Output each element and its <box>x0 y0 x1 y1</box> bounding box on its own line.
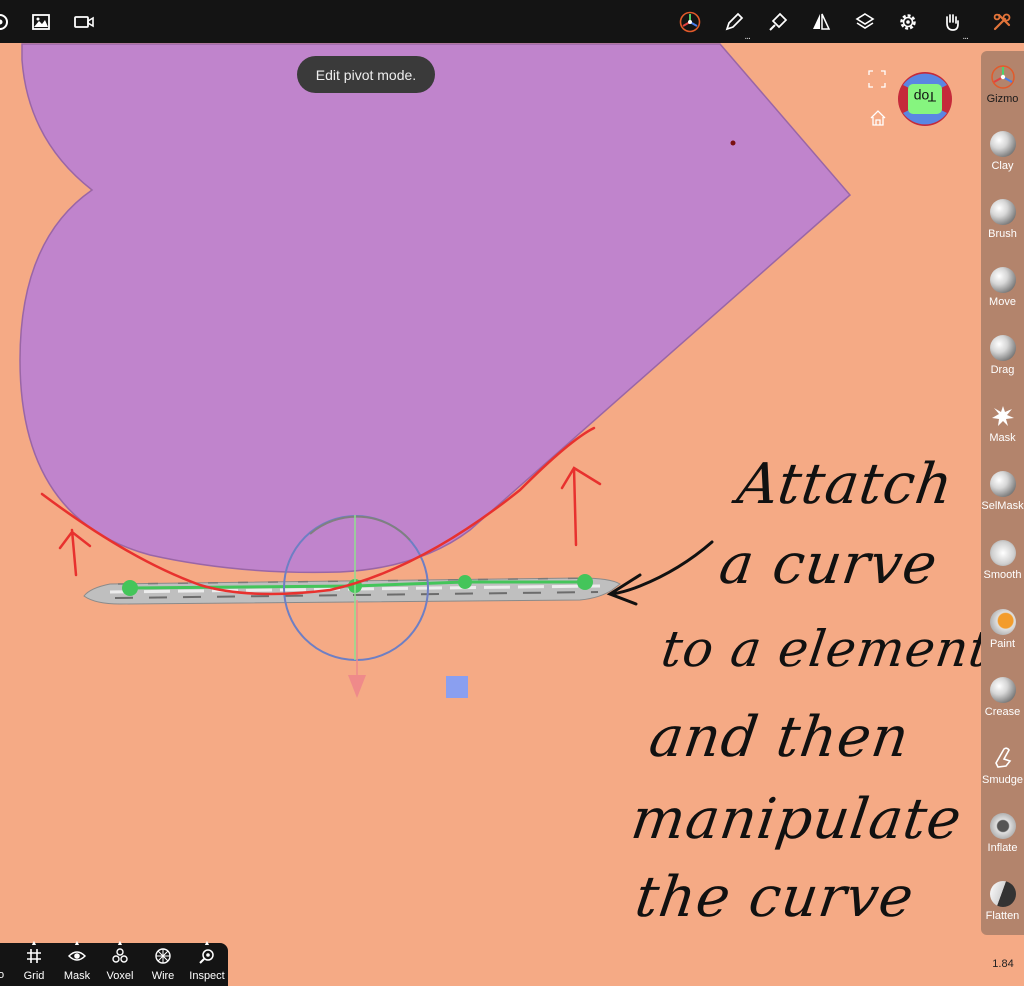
tool-gizmo[interactable]: Gizmo <box>981 64 1024 105</box>
annotation-line-3: to a element <box>657 620 995 678</box>
voxel-label: Voxel <box>106 970 134 982</box>
expand-caret-icon: ▲ <box>73 940 81 947</box>
grid-label: Grid <box>23 970 45 982</box>
inspect-button[interactable]: ▲ Inspect <box>185 940 229 986</box>
tool-label: Flatten <box>985 910 1020 922</box>
tool-label: Paint <box>989 638 1016 650</box>
pivot-dot <box>730 140 736 146</box>
curve-control-point <box>458 575 472 589</box>
tool-flatten[interactable]: Flatten <box>981 881 1024 922</box>
tool-crease[interactable]: Crease <box>981 677 1024 718</box>
tool-clay[interactable]: Clay <box>981 131 1024 172</box>
smooth-icon <box>989 540 1016 566</box>
tool-brush[interactable]: Brush <box>981 199 1024 240</box>
view-cube-label: Top <box>913 89 937 105</box>
gizmo-icon <box>990 65 1015 89</box>
black-ink-arrow <box>606 540 714 606</box>
eye-icon <box>67 951 87 961</box>
paint-icon <box>989 609 1016 635</box>
gizmo-arrow-down <box>348 675 366 698</box>
inspect-label: Inspect <box>189 970 225 982</box>
tool-inflate[interactable]: Inflate <box>981 813 1024 854</box>
brush-icon <box>989 199 1016 225</box>
wire-label: Wire <box>151 970 175 982</box>
wireframe-icon <box>155 948 171 964</box>
voxel-button[interactable]: ▲ Voxel <box>98 940 142 986</box>
move-icon <box>989 267 1016 293</box>
annotation-line-6: the curve <box>631 865 919 930</box>
tool-label: Mask <box>989 432 1016 444</box>
curve-control-point <box>577 574 593 590</box>
drag-icon <box>989 335 1016 361</box>
mask-label: Mask <box>63 970 91 982</box>
voxel-icon <box>112 948 128 963</box>
tool-label: Drag <box>990 364 1015 376</box>
tool-mask[interactable]: Mask <box>981 403 1024 444</box>
grid-button[interactable]: ▲ Grid <box>12 940 56 986</box>
fit-frame-icon[interactable] <box>868 70 886 88</box>
expand-caret-icon: ▲ <box>116 940 124 947</box>
tool-drag[interactable]: Drag <box>981 335 1024 376</box>
selmask-icon <box>989 471 1016 497</box>
inspect-icon <box>199 949 214 964</box>
gizmo-handle-square <box>446 676 468 698</box>
curve-control-point <box>122 580 138 596</box>
tool-sidebar: Gizmo Clay Brush Move Drag Mask SelMask … <box>981 51 1024 935</box>
mask-toggle-button[interactable]: ▲ Mask <box>55 940 99 986</box>
tool-label: Inflate <box>987 842 1018 854</box>
cut-off-label: o <box>0 969 5 981</box>
mask-splat-icon <box>991 406 1014 426</box>
tool-smooth[interactable]: Smooth <box>981 540 1024 581</box>
expand-caret-icon: ▲ <box>203 940 211 947</box>
annotation-line-5: manipulate <box>627 787 966 852</box>
clay-icon <box>989 131 1016 157</box>
heart-mesh <box>19 43 852 574</box>
tool-label: Smudge <box>982 774 1023 786</box>
red-ink-arrow-left <box>58 528 92 577</box>
tool-label: Clay <box>991 160 1014 172</box>
tool-label: SelMask <box>981 500 1024 512</box>
tool-label: Smooth <box>983 569 1022 581</box>
wire-button[interactable]: Wire <box>141 943 185 986</box>
view-cube[interactable]: Top <box>897 71 953 127</box>
bottom-toolbar: o ▲ Grid ▲ Mask ▲ Voxel Wire ▲ Inspect <box>0 940 229 986</box>
annotation-line-4: and then <box>645 705 914 770</box>
grid-icon <box>27 949 41 963</box>
pivot-mode-toast: Edit pivot mode. <box>297 56 435 93</box>
tool-label: Brush <box>988 228 1017 240</box>
inflate-icon <box>989 813 1016 839</box>
zoom-readout: 1.84 <box>992 958 1014 970</box>
red-ink-arrow-right <box>560 466 602 547</box>
tool-paint[interactable]: Paint <box>981 609 1024 650</box>
tool-label: Crease <box>984 706 1021 718</box>
expand-caret-icon: ▲ <box>30 940 38 947</box>
tool-label: Move <box>989 296 1016 308</box>
tool-move[interactable]: Move <box>981 267 1024 308</box>
smudge-finger-icon <box>994 747 1011 768</box>
tool-selmask[interactable]: SelMask <box>981 471 1024 512</box>
crease-icon <box>989 677 1016 703</box>
annotation-line-1: Attatch <box>733 452 958 517</box>
annotation-line-2: a curve <box>715 532 942 597</box>
tool-smudge[interactable]: Smudge <box>981 745 1024 786</box>
home-icon[interactable] <box>869 109 887 127</box>
tool-label: Gizmo <box>986 93 1019 105</box>
flatten-icon <box>989 881 1016 907</box>
